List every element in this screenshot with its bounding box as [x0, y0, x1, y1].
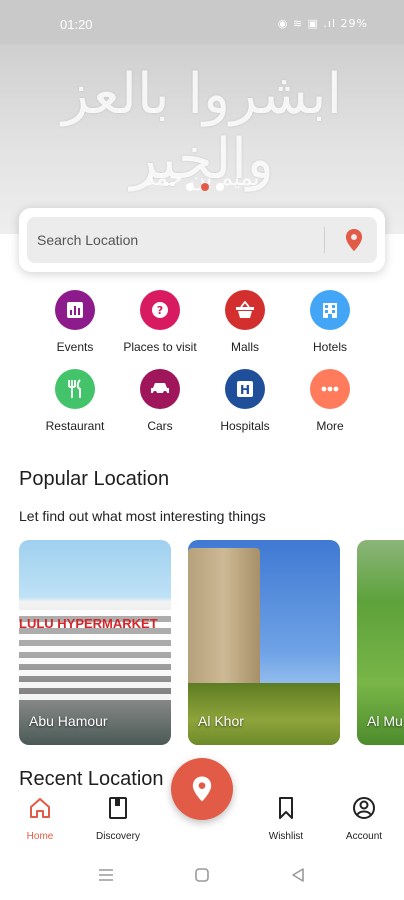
- svg-text:H: H: [240, 383, 250, 397]
- question-icon: ?: [140, 290, 180, 330]
- carousel-indicator: [186, 183, 224, 191]
- nav-account[interactable]: Account: [324, 796, 404, 842]
- location-card-al-khor[interactable]: Al Khor: [188, 540, 340, 745]
- svg-text:?: ?: [157, 304, 163, 317]
- nav-wishlist[interactable]: Wishlist: [246, 796, 326, 842]
- home-icon: [30, 798, 50, 818]
- search-divider: [324, 227, 325, 253]
- location-card-abu-hamour[interactable]: LULU HYPERMARKET Abu Hamour: [19, 540, 171, 745]
- category-more[interactable]: More: [280, 369, 380, 433]
- basket-icon: [225, 290, 265, 330]
- carousel-dot-active[interactable]: [201, 183, 209, 191]
- map-fab-button[interactable]: [171, 758, 233, 820]
- building-icon: [310, 290, 350, 330]
- search-card: Search Location: [19, 208, 385, 272]
- location-card-name: Al Khor: [198, 713, 244, 729]
- location-pin-icon: [192, 776, 212, 802]
- nav-label: Discovery: [96, 831, 140, 842]
- carousel-dot[interactable]: [216, 183, 224, 191]
- car-icon: [140, 369, 180, 409]
- nav-label: Account: [345, 831, 383, 842]
- category-label: More: [316, 419, 344, 433]
- hospital-icon: H: [225, 369, 265, 409]
- back-icon[interactable]: [288, 867, 308, 883]
- search-placeholder: Search Location: [37, 232, 139, 248]
- system-navigation-bar: [0, 850, 404, 900]
- popular-location-subtitle: Let find out what most interesting thing…: [19, 508, 266, 524]
- category-hotels[interactable]: Hotels: [280, 290, 380, 354]
- location-card-name: Abu Hamour: [29, 713, 108, 729]
- bookmark-icon: [279, 797, 293, 819]
- popular-location-title: Popular Location: [19, 468, 170, 490]
- nav-label: Wishlist: [268, 831, 304, 842]
- home-system-icon[interactable]: [192, 867, 212, 883]
- more-dots-icon: [310, 369, 350, 409]
- system-status-icons: ◉ ≋ ▣ .ıl 29%: [277, 17, 368, 30]
- nav-label: Home: [26, 831, 54, 842]
- nav-discovery[interactable]: Discovery: [78, 796, 158, 842]
- location-card-al-mu[interactable]: Al Mu: [357, 540, 404, 745]
- cutlery-icon: [55, 369, 95, 409]
- location-pin-icon[interactable]: [345, 229, 363, 251]
- book-icon: [109, 797, 127, 819]
- status-time: 01:20: [60, 17, 93, 32]
- hero-banner[interactable]: ابشروا بالعز والخير تميم بن حمد: [0, 44, 404, 234]
- account-icon: [353, 797, 375, 819]
- recent-apps-icon[interactable]: [96, 867, 116, 883]
- chart-icon: [55, 290, 95, 330]
- location-card-name: Al Mu: [367, 713, 403, 729]
- category-label: Hotels: [312, 340, 347, 354]
- mall-brand-sign: LULU HYPERMARKET: [19, 616, 158, 631]
- status-bar: 01:20 ◉ ≋ ▣ .ıl 29%: [0, 0, 404, 44]
- nav-home[interactable]: Home: [0, 796, 80, 842]
- carousel-dot[interactable]: [186, 183, 194, 191]
- search-input[interactable]: Search Location: [27, 217, 377, 263]
- recent-location-title: Recent Location: [19, 768, 164, 790]
